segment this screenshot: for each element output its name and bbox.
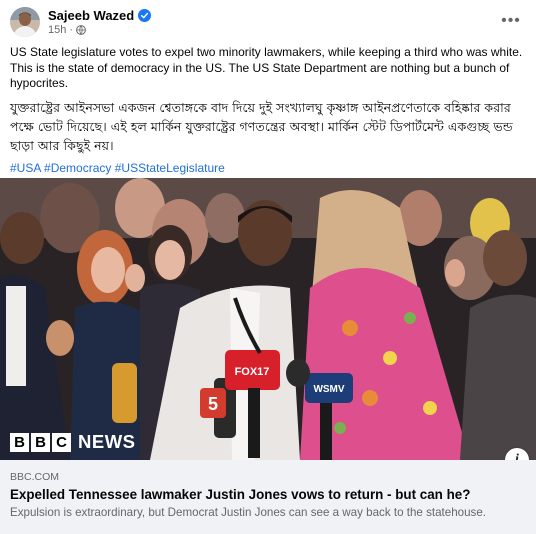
post-text-bangla: যুক্তরাষ্ট্রের আইনসভা একজন শ্বেতাঙ্গকে ব… bbox=[10, 99, 513, 153]
bbc-news-word: NEWS bbox=[78, 431, 136, 452]
mic-flag-channel5: 5 bbox=[208, 394, 218, 414]
hashtags: #USA #Democracy #USStateLegislature bbox=[10, 161, 526, 177]
post-body: US State legislature votes to expel two … bbox=[10, 45, 526, 176]
separator: · bbox=[69, 24, 74, 36]
hashtag-link[interactable]: #Democracy bbox=[44, 161, 111, 175]
verified-badge-icon bbox=[138, 9, 152, 22]
author-avatar[interactable] bbox=[10, 7, 40, 37]
link-title[interactable]: Expelled Tennessee lawmaker Justin Jones… bbox=[10, 487, 470, 502]
post-text-english: US State legislature votes to expel two … bbox=[10, 45, 523, 90]
mic-flag-fox17: FOX17 bbox=[235, 366, 270, 378]
post-timestamp[interactable]: 15h bbox=[48, 24, 66, 36]
hashtag-link[interactable]: #USA bbox=[10, 161, 41, 175]
link-description: Expulsion is extraordinary, but Democrat… bbox=[10, 506, 487, 519]
more-options-icon[interactable]: ••• bbox=[498, 10, 524, 32]
author-name[interactable]: Sajeeb Wazed bbox=[48, 8, 134, 23]
author-row: Sajeeb Wazed bbox=[48, 8, 152, 23]
bbc-news-watermark: B B C NEWS bbox=[10, 431, 136, 453]
bbc-logo-letter: C bbox=[52, 432, 71, 452]
news-photo[interactable]: 5 FOX17 WSMV bbox=[0, 178, 536, 460]
hashtag-link[interactable]: #USStateLegislature bbox=[115, 161, 225, 175]
globe-icon[interactable] bbox=[76, 25, 86, 35]
mic-flag-wsmv: WSMV bbox=[313, 384, 344, 395]
post-header: Sajeeb Wazed 15h · ••• bbox=[0, 0, 536, 42]
link-domain: BBC.COM bbox=[10, 471, 60, 483]
link-preview[interactable]: BBC.COM Expelled Tennessee lawmaker Just… bbox=[0, 460, 536, 534]
post-meta: 15h · bbox=[48, 24, 86, 36]
bbc-logo-letter: B bbox=[31, 432, 50, 452]
bbc-logo-letter: B bbox=[10, 432, 29, 452]
